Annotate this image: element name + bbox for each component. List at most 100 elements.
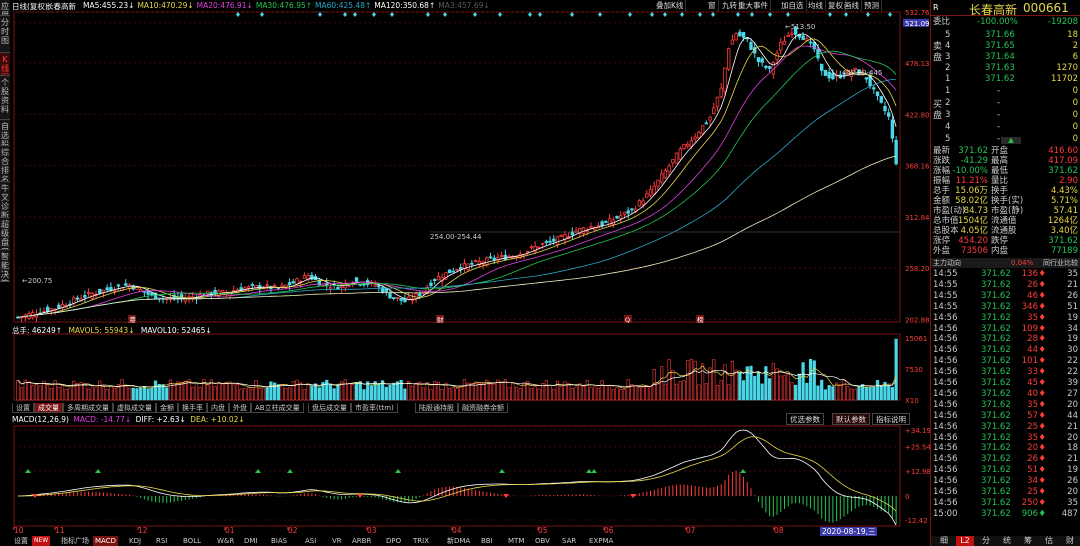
event-diamond-icon[interactable]	[844, 12, 848, 17]
buy-order-0[interactable]: 1-0	[931, 86, 1080, 96]
toolbar-button-3[interactable]: 重大事件	[736, 0, 771, 11]
left-tab-7[interactable]: 超级盘口	[0, 218, 10, 250]
indicator-tab-5[interactable]: RSI	[154, 536, 169, 546]
indicator-tab-19[interactable]: SAR	[560, 536, 578, 546]
event-diamond-icon[interactable]	[663, 12, 667, 17]
toolbar-button-8[interactable]: 预测	[862, 0, 882, 11]
event-diamond-icon[interactable]	[528, 12, 532, 17]
indicator-tab-10[interactable]: ASI	[303, 536, 318, 546]
indicator-tab-8[interactable]: DMI	[242, 536, 260, 546]
quote-tab-1[interactable]: L2	[956, 536, 974, 546]
event-diamond-icon[interactable]	[260, 12, 264, 17]
volume-tab-1[interactable]: 成交量	[34, 403, 63, 413]
event-diamond-icon[interactable]	[711, 12, 715, 17]
indicator-tab-17[interactable]: MTM	[506, 536, 526, 546]
volume-tab-6[interactable]: 内盘	[207, 403, 229, 413]
volume-tab-7[interactable]: 外盘	[229, 403, 251, 413]
indicator-tab-13[interactable]: DPO	[384, 536, 403, 546]
left-tab-2[interactable]: K线图	[0, 53, 10, 76]
indicator-tab-18[interactable]: OBV	[533, 536, 552, 546]
volume-tab-8[interactable]: AB立柱成交量	[251, 403, 304, 413]
volume-tab-10[interactable]: 市盈率(ttm)	[351, 403, 398, 413]
event-diamond-icon[interactable]	[680, 12, 684, 17]
quote-tab-6[interactable]: 财	[1061, 536, 1079, 546]
event-diamond-icon[interactable]	[343, 12, 347, 17]
indicator-tab-9[interactable]: BIAS	[269, 536, 289, 546]
event-diamond-icon[interactable]	[698, 12, 702, 17]
quote-tab-2[interactable]: 分	[977, 536, 995, 546]
toolbar-button-0[interactable]: 叠加K线	[654, 0, 687, 11]
toolbar-button-1[interactable]: 窗	[706, 0, 719, 11]
indicator-tab-6[interactable]: BOLL	[181, 536, 203, 546]
event-diamond-icon[interactable]	[750, 12, 754, 17]
sell-order-2[interactable]: 3 371.64 6	[931, 52, 1080, 62]
collapse-button[interactable]: ▲	[1001, 137, 1021, 144]
left-tab-4[interactable]: 自选股	[0, 120, 10, 146]
macd-btn-2[interactable]: 指标说明	[872, 413, 910, 425]
toolbar-button-4[interactable]: 加自选	[779, 0, 807, 11]
buy-order-2[interactable]: 3-0	[931, 110, 1080, 120]
sell-order-4[interactable]: 1 371.62 11702	[931, 74, 1080, 84]
sell-order-3[interactable]: 2 371.63 1270	[931, 63, 1080, 73]
left-tab-3[interactable]: 个股资料	[0, 76, 10, 120]
event-diamond-icon[interactable]	[426, 12, 430, 17]
left-tab-0[interactable]: 应用	[0, 0, 10, 16]
quote-tab-0[interactable]: 细	[935, 536, 953, 546]
macd-btn-1[interactable]: 默认参数	[832, 413, 870, 425]
event-diamond-icon[interactable]	[828, 12, 832, 17]
volume-tab-11[interactable]: 陆股通持股	[415, 403, 458, 413]
volume-tab-4[interactable]: 金额	[156, 403, 178, 413]
macd-btn-0[interactable]: 优选参数	[786, 413, 824, 425]
indicator-tab-7[interactable]: W&R	[215, 536, 236, 546]
indicator-tab-3[interactable]: MACD	[93, 536, 118, 546]
indicator-tab-15[interactable]: 新DMA	[445, 536, 472, 546]
volume-tab-12[interactable]: 融资融券余额	[458, 403, 508, 413]
left-tab-1[interactable]: 分时图	[0, 16, 10, 53]
event-diamond-icon[interactable]	[318, 12, 322, 17]
indicator-tab-16[interactable]: BBI	[479, 536, 495, 546]
volume-tab-5[interactable]: 换手率	[178, 403, 207, 413]
indicator-tab-0[interactable]: 设置	[12, 536, 30, 546]
event-diamond-icon[interactable]	[538, 12, 542, 17]
event-diamond-icon[interactable]	[736, 12, 740, 17]
toolbar-button-7[interactable]: 画线	[842, 0, 862, 11]
event-diamond-icon[interactable]	[768, 12, 772, 17]
toolbar-button-5[interactable]: 均线	[806, 0, 826, 11]
event-diamond-icon[interactable]	[598, 12, 602, 17]
buy-order-3[interactable]: 4-0	[931, 122, 1080, 132]
indicator-tab-12[interactable]: ARBR	[350, 536, 373, 546]
indicator-tab-20[interactable]: EXPMA	[587, 536, 615, 546]
quote-tab-5[interactable]: 估	[1040, 536, 1058, 546]
volume-tab-0[interactable]: 设置	[12, 403, 34, 413]
event-diamond-icon[interactable]	[390, 12, 394, 17]
sell-order-0[interactable]: 5 371.66 18	[931, 30, 1080, 40]
event-diamond-icon[interactable]	[650, 12, 654, 17]
volume-tab-3[interactable]: 虚拟成交量	[113, 403, 156, 413]
event-diamond-icon[interactable]	[473, 12, 477, 17]
event-diamond-icon[interactable]	[498, 12, 502, 17]
event-diamond-icon[interactable]	[570, 12, 574, 17]
indicator-tab-2[interactable]: 指标广场	[59, 536, 91, 546]
sell-order-1[interactable]: 4 371.65 2	[931, 41, 1080, 51]
left-tab-5[interactable]: 综合排名	[0, 146, 10, 182]
event-diamond-icon[interactable]	[786, 12, 790, 17]
indicator-tab-14[interactable]: TRIX	[411, 536, 431, 546]
event-diamond-icon[interactable]	[866, 12, 870, 17]
volume-tab-2[interactable]: 多周期成交量	[63, 403, 113, 413]
r-icon[interactable]: R	[933, 3, 939, 12]
left-tab-6[interactable]: 牛叉诊断	[0, 182, 10, 218]
quote-tab-4[interactable]: 筹	[1019, 536, 1037, 546]
left-tab-8[interactable]: 智能决策	[0, 250, 10, 282]
event-diamond-icon[interactable]	[443, 12, 447, 17]
quote-tab-3[interactable]: 统	[998, 536, 1016, 546]
event-diamond-icon[interactable]	[888, 12, 892, 17]
indicator-tab-1[interactable]: NEW	[32, 536, 51, 546]
buy-order-1[interactable]: 2-0	[931, 98, 1080, 108]
event-diamond-icon[interactable]	[628, 12, 632, 17]
indicator-tab-11[interactable]: VR	[330, 536, 344, 546]
volume-tab-9[interactable]: 盘后成交量	[308, 403, 351, 413]
indicator-tab-4[interactable]: KDJ	[127, 536, 143, 546]
event-diamond-icon[interactable]	[236, 12, 240, 17]
event-diamond-icon[interactable]	[353, 12, 357, 17]
event-diamond-icon[interactable]	[372, 12, 376, 17]
